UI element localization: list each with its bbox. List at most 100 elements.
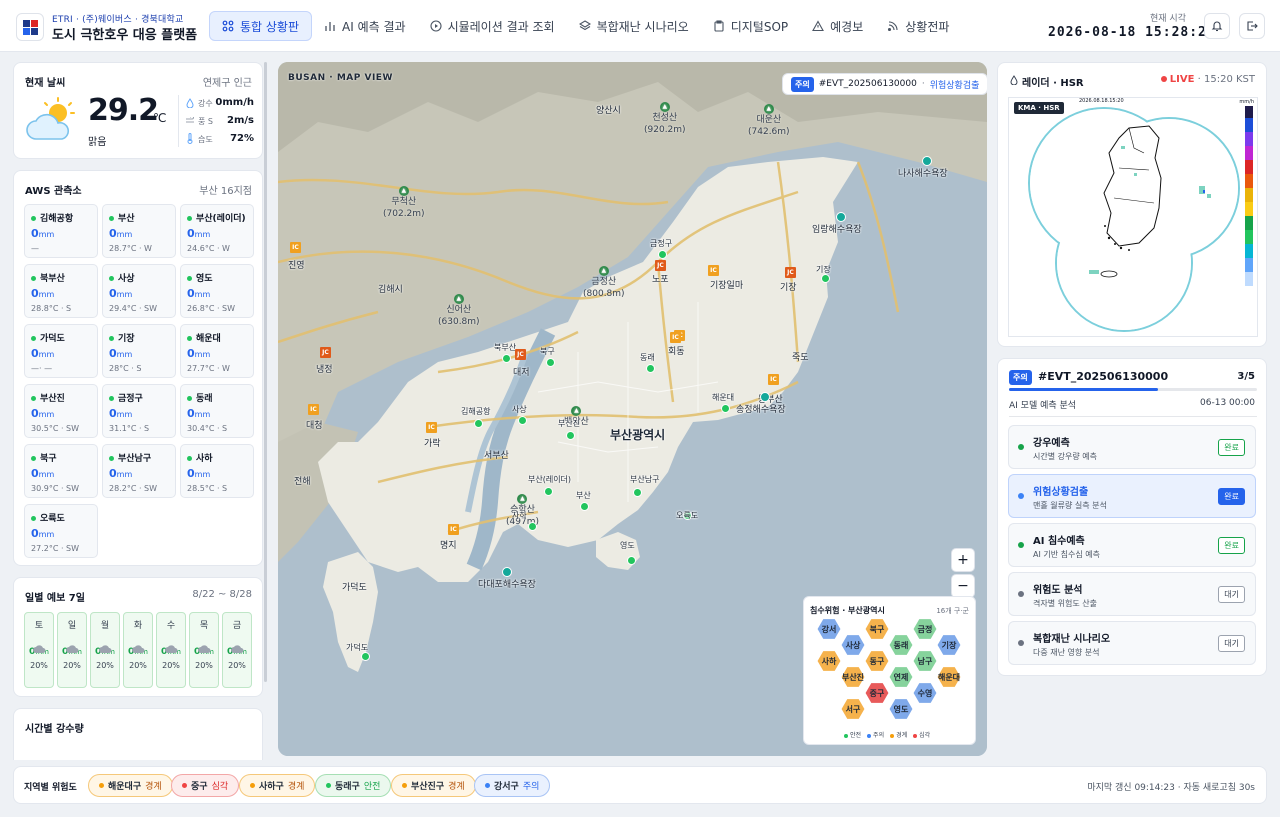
logout-button[interactable] <box>1239 13 1265 39</box>
map-station-marker[interactable] <box>627 556 636 565</box>
map-station-marker[interactable] <box>646 364 655 373</box>
forecast-day[interactable]: 수0mm20% <box>156 612 186 688</box>
aws-station-name: 부산남구 <box>109 451 151 464</box>
forecast-day[interactable]: 금0mm20% <box>222 612 252 688</box>
nav-tab-warning[interactable]: 예경보 <box>800 11 875 41</box>
aws-station-name: 사하 <box>187 451 213 464</box>
map-view[interactable]: BUSAN · MAP VIEW 주의 #EVT_202506130000 · … <box>278 62 987 756</box>
forecast-day[interactable]: 토0mm20% <box>24 612 54 688</box>
map-event-pill[interactable]: 주의 #EVT_202506130000 · 위험상황검출 <box>782 73 987 95</box>
nav-tab-scenario[interactable]: 복합재난 시나리오 <box>567 11 701 41</box>
step-description: 격자별 위험도 산출 <box>1033 599 1097 608</box>
map-station-marker[interactable] <box>546 358 555 367</box>
map-station-marker[interactable] <box>528 522 537 531</box>
hex-district[interactable]: 해운대 <box>936 666 962 688</box>
aws-station[interactable]: 북구 0mm 30.9°C · SW <box>24 444 98 498</box>
hex-district[interactable]: 서구 <box>840 698 866 720</box>
nav-tab-broadcast[interactable]: 상황전파 <box>875 11 961 41</box>
hex-district[interactable]: 강서 <box>816 618 842 640</box>
aws-rain-unit: mm <box>38 530 55 539</box>
hex-district[interactable]: 사하 <box>816 650 842 672</box>
radar-image[interactable]: KMA · HSR 2026.08.18.15:20 mm/h <box>1008 97 1258 337</box>
hex-district[interactable]: 북구 <box>864 618 890 640</box>
hex-district[interactable]: 영도 <box>888 698 914 720</box>
aws-station[interactable]: 동래 0mm 30.4°C · S <box>180 384 254 438</box>
aws-station[interactable]: 해운대 0mm 27.7°C · W <box>180 324 254 378</box>
event-step[interactable]: 위험상황검출 맨홀 월류량 실측 분석 완료 <box>1008 474 1256 518</box>
nav-tab-simulation[interactable]: 시뮬레이션 결과 조회 <box>418 11 567 41</box>
nav-tab-digital-sop[interactable]: 디지털SOP <box>701 11 800 41</box>
beach-icon <box>760 392 770 402</box>
event-step[interactable]: 복합재난 시나리오 다중 재난 영향 분석 대기 <box>1008 621 1256 665</box>
forecast-day[interactable]: 목0mm20% <box>189 612 219 688</box>
forecast-title: 일별 예보 7일 <box>25 593 85 604</box>
hex-district[interactable]: 사상 <box>840 634 866 656</box>
step-status-badge: 대기 <box>1218 635 1245 652</box>
event-step[interactable]: AI 침수예측 AI 기반 침수심 예측 완료 <box>1008 523 1256 567</box>
platform-logo[interactable] <box>16 13 44 41</box>
forecast-day-label: 금 <box>232 621 242 631</box>
region-risk-chip[interactable]: 해운대구 경계 <box>88 774 173 797</box>
hex-district[interactable]: 수영 <box>912 682 938 704</box>
aws-station[interactable]: 부산진 0mm 30.5°C · SW <box>24 384 98 438</box>
interchange-marker: IC <box>426 422 437 433</box>
zoom-out-button[interactable]: − <box>951 574 975 598</box>
hex-district[interactable]: 연제 <box>888 666 914 688</box>
aws-station[interactable]: 사하 0mm 28.5°C · S <box>180 444 254 498</box>
hex-district[interactable]: 동구 <box>864 650 890 672</box>
aws-station[interactable]: 기장 0mm 28°C · S <box>102 324 176 378</box>
map-station-marker[interactable] <box>502 354 511 363</box>
hex-district[interactable]: 남구 <box>912 650 938 672</box>
map-station-marker[interactable] <box>566 431 575 440</box>
map-station-marker[interactable] <box>544 487 553 496</box>
aws-station[interactable]: 김해공항 0mm — <box>24 204 98 258</box>
notification-button[interactable] <box>1204 13 1230 39</box>
event-step[interactable]: 위험도 분석 격자별 위험도 산출 대기 <box>1008 572 1256 616</box>
aws-station[interactable]: 오륙도 0mm 27.2°C · SW <box>24 504 98 558</box>
hex-district[interactable]: 중구 <box>864 682 890 704</box>
hex-district[interactable]: 기장 <box>936 634 962 656</box>
aws-meta: 30.9°C · SW <box>31 484 80 493</box>
droplet-icon <box>186 98 194 108</box>
nav-tab-dashboard[interactable]: 통합 상황판 <box>209 11 313 41</box>
aws-station[interactable]: 가덕도 0mm —· — <box>24 324 98 378</box>
map-station-marker[interactable] <box>821 274 830 283</box>
map-station-marker[interactable] <box>580 502 589 511</box>
zoom-in-button[interactable]: + <box>951 548 975 572</box>
hex-district[interactable]: 동래 <box>888 634 914 656</box>
region-risk-chip[interactable]: 동래구 안전 <box>315 774 392 797</box>
map-station-marker[interactable] <box>518 416 527 425</box>
map-station-label: 사하 <box>512 511 527 520</box>
map-place-label: 회동 <box>668 347 685 357</box>
cloud-icon <box>231 638 244 653</box>
map-station-marker[interactable] <box>658 250 667 259</box>
aws-station[interactable]: 부산(레이더) 0mm 24.6°C · W <box>180 204 254 258</box>
aws-station[interactable]: 영도 0mm 26.8°C · SW <box>180 264 254 318</box>
region-risk-chip[interactable]: 중구 심각 <box>171 774 240 797</box>
nav-tab-ai-prediction[interactable]: AI 예측 결과 <box>312 11 418 41</box>
aws-rain-number: 0 <box>187 287 195 300</box>
map-station-marker[interactable] <box>474 419 483 428</box>
hex-district[interactable]: 부산진 <box>840 666 866 688</box>
aws-station[interactable]: 금정구 0mm 31.1°C · S <box>102 384 176 438</box>
aws-station[interactable]: 북부산 0mm 28.8°C · S <box>24 264 98 318</box>
map-station-marker[interactable] <box>361 652 370 661</box>
forecast-day[interactable]: 월0mm20% <box>90 612 120 688</box>
region-risk-chip[interactable]: 부산진구 경계 <box>391 774 476 797</box>
region-risk-chip[interactable]: 강서구 주의 <box>474 774 551 797</box>
aws-station[interactable]: 사상 0mm 29.4°C · SW <box>102 264 176 318</box>
map-beach-label: 다대포해수욕장 <box>478 580 536 590</box>
aws-rain-unit: mm <box>116 470 133 479</box>
map-station-marker[interactable] <box>721 404 730 413</box>
aws-station[interactable]: 부산남구 0mm 28.2°C · SW <box>102 444 176 498</box>
forecast-day[interactable]: 일0mm20% <box>57 612 87 688</box>
hex-district[interactable]: 금정 <box>912 618 938 640</box>
left-panel-scrollbar[interactable] <box>264 62 267 682</box>
map-station-marker[interactable] <box>633 488 642 497</box>
region-risk-chip[interactable]: 사하구 경계 <box>239 774 316 797</box>
aws-station[interactable]: 부산 0mm 28.7°C · W <box>102 204 176 258</box>
hex-legend: 안전 주의 경계 심각 <box>844 730 930 739</box>
event-step[interactable]: 강우예측 시간별 강우량 예측 완료 <box>1008 425 1256 469</box>
nav-label: 디지털SOP <box>730 19 789 34</box>
forecast-day[interactable]: 화0mm20% <box>123 612 153 688</box>
